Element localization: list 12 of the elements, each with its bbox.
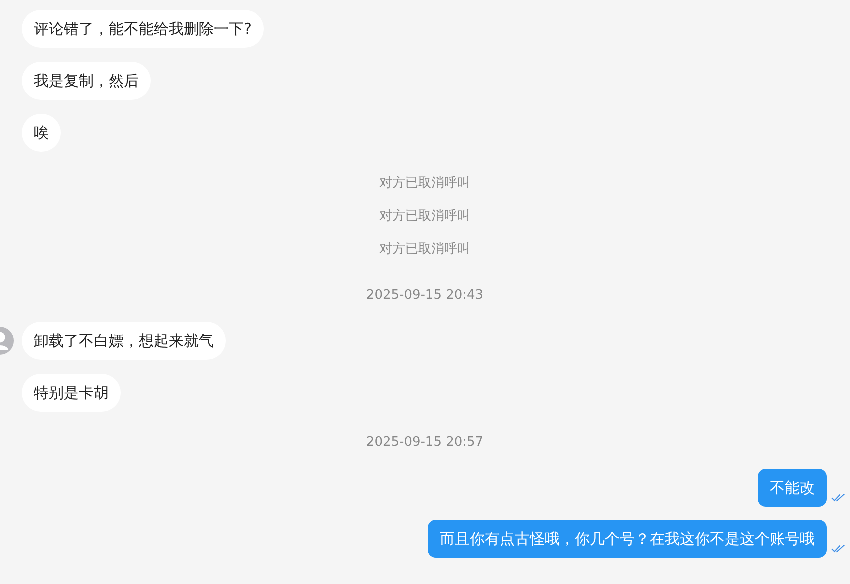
message-bubble: 唉 <box>22 114 61 152</box>
system-notice: 对方已取消呼叫 <box>380 208 470 224</box>
message-bubble: 我是复制，然后 <box>22 62 151 100</box>
timestamp: 2025-09-15 20:43 <box>366 288 484 302</box>
message-bubble: 评论错了，能不能给我删除一下? <box>22 10 264 48</box>
message-bubble: 而且你有点古怪哦，你几个号？在我这你不是这个账号哦 <box>428 520 827 558</box>
message-bubble: 特别是卡胡 <box>22 374 121 412</box>
system-notice: 对方已取消呼叫 <box>380 174 470 192</box>
message-bubble: 不能改 <box>758 469 827 507</box>
timestamp: 2025-09-15 20:57 <box>366 434 484 450</box>
system-notice: 对方已取消呼叫 <box>380 240 470 258</box>
message-bubble: 卸载了不白嫖，想起来就气 <box>22 322 226 360</box>
